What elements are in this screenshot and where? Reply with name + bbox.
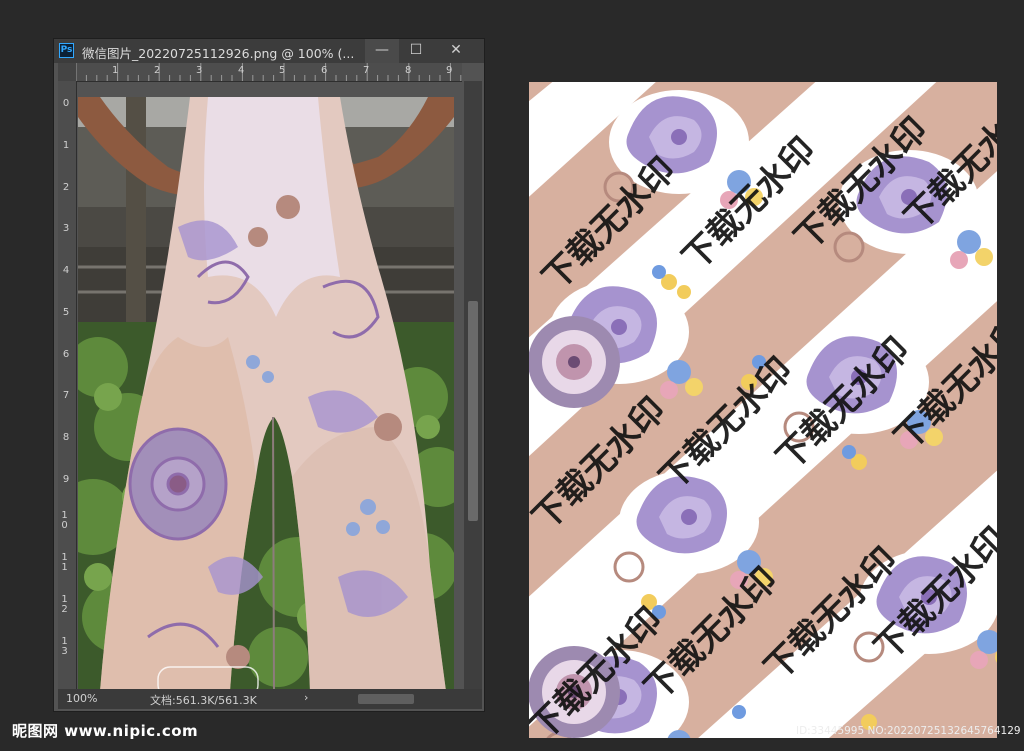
- ruler-label-9: 9: [446, 65, 453, 76]
- vruler-label-4: 4: [62, 265, 70, 276]
- vruler-label-1: 1: [62, 140, 70, 151]
- vruler-label-10: 10: [61, 510, 68, 531]
- vruler-label-3: 3: [62, 223, 70, 234]
- vruler-label-9: 9: [62, 474, 70, 485]
- site-logo: 昵图网 www.nipic.com: [12, 722, 199, 740]
- vertical-scrollbar[interactable]: [464, 81, 482, 689]
- vruler-label-8: 8: [62, 432, 70, 443]
- ruler-origin-corner[interactable]: [58, 63, 76, 81]
- zoom-level[interactable]: 100%: [66, 692, 97, 705]
- paisley-pattern: 下载无水印 下载无水印 下载无水印 下载无水印 下载无水印 下载无水印 下载无水…: [529, 82, 997, 738]
- vertical-ruler[interactable]: 0 1 2 3 4 5 6 7 8 9 10 11 12 13: [58, 81, 77, 689]
- document-size-info[interactable]: 文档:561.3K/561.3K: [150, 692, 257, 708]
- status-menu-arrow[interactable]: ›: [304, 691, 308, 704]
- ruler-label-8: 8: [405, 65, 412, 76]
- horizontal-scroll-thumb[interactable]: [358, 694, 414, 704]
- minimize-button[interactable]: —: [365, 39, 399, 63]
- vruler-label-0: 0: [62, 98, 70, 109]
- ruler-label-7: 7: [363, 65, 370, 76]
- vruler-label-11: 11: [61, 552, 68, 573]
- vruler-label-6: 6: [62, 349, 70, 360]
- photoshop-document-window: Ps 微信图片_20220725112926.png @ 100% (... —…: [53, 38, 485, 712]
- garment-photo: [78, 97, 454, 691]
- vruler-label-12: 12: [61, 594, 68, 615]
- status-bar: 100% 文档:561.3K/561.3K ›: [58, 689, 482, 709]
- vruler-label-13: 13: [61, 636, 68, 657]
- document-title-bar[interactable]: Ps 微信图片_20220725112926.png @ 100% (... —…: [54, 39, 484, 63]
- close-button[interactable]: ✕: [433, 39, 479, 63]
- horizontal-ruler[interactable]: 1 2 3 4 5 6 7 8 9: [76, 63, 462, 82]
- ruler-label-6: 6: [321, 65, 328, 76]
- document-canvas[interactable]: [78, 97, 454, 691]
- vruler-label-7: 7: [62, 390, 70, 401]
- vruler-label-2: 2: [62, 182, 70, 193]
- vruler-label-5: 5: [62, 307, 70, 318]
- ruler-label-4: 4: [238, 65, 245, 76]
- photoshop-app-icon: Ps: [59, 43, 74, 58]
- document-title: 微信图片_20220725112926.png @ 100% (...: [82, 46, 355, 61]
- ruler-label-2: 2: [154, 65, 161, 76]
- pattern-preview: 下载无水印 下载无水印 下载无水印 下载无水印 下载无水印 下载无水印 下载无水…: [529, 82, 997, 738]
- ruler-label-3: 3: [196, 65, 203, 76]
- image-id-line: ID:33445995 NO:20220725132645764129: [796, 725, 1021, 737]
- ruler-label-1: 1: [112, 65, 119, 76]
- vertical-scroll-thumb[interactable]: [468, 301, 478, 521]
- maximize-button[interactable]: ☐: [399, 39, 433, 63]
- ruler-label-5: 5: [279, 65, 286, 76]
